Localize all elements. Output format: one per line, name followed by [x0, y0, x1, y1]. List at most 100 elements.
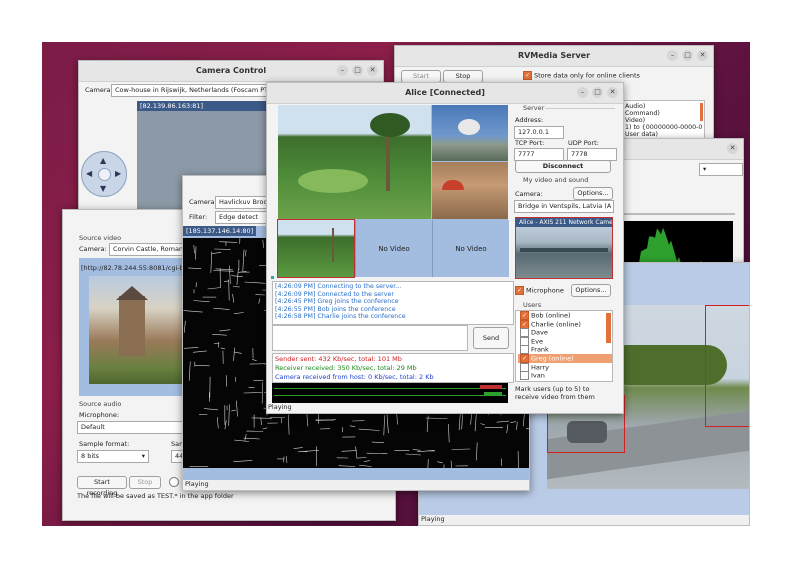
- alice-titlebar: Alice [Connected] – □ ✕: [267, 83, 623, 104]
- record-radio[interactable]: [169, 477, 179, 487]
- palm-leaves-shape: [370, 113, 410, 137]
- maximize-icon[interactable]: □: [682, 50, 693, 61]
- edge-ip: [185.137.146.14:80]: [183, 226, 257, 236]
- camera-select[interactable]: Cow-house in Rijswijk, Netherlands (Fosc…: [111, 84, 289, 97]
- alice-conference-window: Alice [Connected] – □ ✕ No Video No Video: [266, 82, 624, 414]
- rvmedia-title: RVMedia Server: [517, 51, 591, 60]
- address-input[interactable]: 127.0.0.1: [514, 126, 564, 139]
- address-label: Address:: [515, 116, 544, 124]
- video-golf-small: [277, 219, 355, 278]
- audio-level-bars: [272, 383, 508, 403]
- checkbox-icon[interactable]: [520, 371, 529, 381]
- server-group-line: [545, 108, 615, 109]
- camera-control-titlebar: Camera Control – □ ✕: [79, 61, 383, 82]
- disconnect-button[interactable]: Disconnect: [515, 160, 611, 173]
- castle-video: [89, 276, 185, 384]
- traffic-statusbar: Playing: [419, 515, 749, 525]
- user-row[interactable]: ✓ Bob (online): [518, 311, 612, 320]
- source-camera-label: Camera:: [79, 245, 107, 253]
- filter-select[interactable]: Edge detect: [215, 211, 273, 224]
- checkmark-icon: ✓: [515, 286, 524, 295]
- center-icon[interactable]: [98, 168, 111, 181]
- store-data-checkbox[interactable]: ✓ Store data only for online clients: [523, 71, 640, 80]
- users-list[interactable]: ✓ Bob (online) ✓ Charlie (online) Dave Eve Fra…: [515, 310, 613, 382]
- traffic-status: Playing: [421, 515, 445, 523]
- my-camera-select[interactable]: Bridge in Ventspils, Latvia (A▾: [514, 200, 614, 213]
- start-recording-button[interactable]: Start recording: [77, 476, 127, 497]
- user-name: Ivan: [531, 371, 545, 380]
- user-row[interactable]: Harry: [518, 362, 612, 372]
- chat-log[interactable]: [4:26:09 PM] Connecting to the server...…: [272, 281, 514, 325]
- user-name: Greg (online): [531, 354, 574, 363]
- stop-button[interactable]: Stop: [129, 476, 161, 489]
- chat-log-line: [4:26:09 PM] Connected to the server: [275, 290, 394, 298]
- user-name: Dave: [531, 328, 548, 337]
- minimize-icon[interactable]: –: [577, 87, 588, 98]
- user-name: Bob (online): [531, 311, 571, 320]
- no-video-slot-2: No Video: [432, 220, 509, 277]
- video-radio-telescope: [432, 105, 508, 161]
- close-icon[interactable]: ✕: [697, 50, 708, 61]
- microphone-checkbox[interactable]: ✓ Microphone: [515, 286, 564, 295]
- message-input[interactable]: [272, 325, 468, 351]
- level-peak: [480, 385, 502, 389]
- camera-options-button[interactable]: Options...: [573, 187, 613, 200]
- no-video-slot-1: No Video: [355, 220, 432, 277]
- level-line: [274, 395, 506, 396]
- user-row[interactable]: ✓ Greg (online): [518, 353, 612, 363]
- pan-down-icon[interactable]: ▼: [100, 184, 106, 193]
- pan-left-icon[interactable]: ◀: [86, 169, 92, 178]
- chevron-down-icon: ▾: [607, 211, 610, 212]
- user-row[interactable]: Frank: [518, 345, 612, 355]
- video-golf-course: [278, 105, 431, 219]
- user-row[interactable]: Dave: [518, 328, 612, 338]
- pan-up-icon[interactable]: ▲: [100, 156, 106, 165]
- close-icon[interactable]: ✕: [727, 143, 738, 154]
- castle-roof-shape: [116, 286, 148, 300]
- users-list-items: ✓ Bob (online) ✓ Charlie (online) Dave Eve Fra…: [516, 311, 612, 381]
- pan-right-icon[interactable]: ▶: [115, 169, 121, 178]
- dish-shape: [458, 119, 480, 135]
- microphone-label: Microphone:: [79, 411, 120, 419]
- source-url: [http://82.78.244.55:8081/cgi-bin/: [81, 264, 192, 272]
- edge-statusbar: Playing: [183, 480, 529, 490]
- chat-log-line: [4:26:09 PM] Connecting to the server...: [275, 283, 402, 290]
- camera-label: Camera:: [85, 86, 113, 94]
- server-log-line: 1) to {00000000-0000-0: [625, 124, 703, 131]
- server-log-line: Command): [625, 110, 660, 117]
- no-video-label: No Video: [378, 244, 410, 253]
- microphone-options-button[interactable]: Options...: [571, 284, 611, 297]
- user-row[interactable]: Eve: [518, 336, 612, 346]
- send-button[interactable]: Send: [473, 327, 509, 349]
- maximize-icon[interactable]: □: [592, 87, 603, 98]
- user-row[interactable]: ✓ Charlie (online): [518, 319, 612, 329]
- minimize-icon[interactable]: –: [667, 50, 678, 61]
- users-group: Users: [523, 301, 542, 309]
- close-icon[interactable]: ✕: [607, 87, 618, 98]
- log-scrollbar[interactable]: [700, 103, 703, 121]
- users-scrollbar[interactable]: [606, 313, 611, 343]
- server-log-line: User data): [625, 131, 658, 138]
- ptz-joystick[interactable]: ▲ ▼ ◀ ▶: [81, 151, 127, 197]
- minimize-icon[interactable]: –: [337, 65, 348, 76]
- sample-format-value: 8 bits: [81, 452, 100, 460]
- my-video-preview: Alice - AXIS 211 Network Came: [515, 217, 613, 279]
- server-log-line: Video): [625, 117, 646, 124]
- close-icon[interactable]: ✕: [367, 65, 378, 76]
- chat-log-line: [4:26:55 PM] Bob joins the conference: [275, 305, 396, 313]
- user-name: Eve: [531, 337, 543, 346]
- edge-camera-select[interactable]: Havlickuv Brod,: [215, 196, 273, 209]
- user-row[interactable]: Ivan: [518, 371, 612, 381]
- source-camera-select[interactable]: Corvin Castle, Romania (: [109, 243, 193, 256]
- camera-stats: Camera received from host: 0 Kb/sec, tot…: [275, 373, 434, 381]
- source-video-group: Source video: [79, 234, 122, 242]
- filter-label: Filter:: [189, 213, 208, 221]
- maximize-icon[interactable]: □: [352, 65, 363, 76]
- stats-panel: Sender sent: 432 Kb/sec, total: 101 Mb R…: [272, 353, 514, 383]
- meter-dropdown[interactable]: ▾: [699, 163, 743, 176]
- desktop-background: RVMedia Server –□✕ Start Server Stop Ser…: [42, 42, 750, 526]
- sample-format-select[interactable]: 8 bits ▾: [77, 450, 149, 463]
- edge-status: Playing: [185, 480, 209, 488]
- user-name: Charlie (online): [531, 320, 581, 329]
- microphone-select[interactable]: Default: [77, 421, 189, 434]
